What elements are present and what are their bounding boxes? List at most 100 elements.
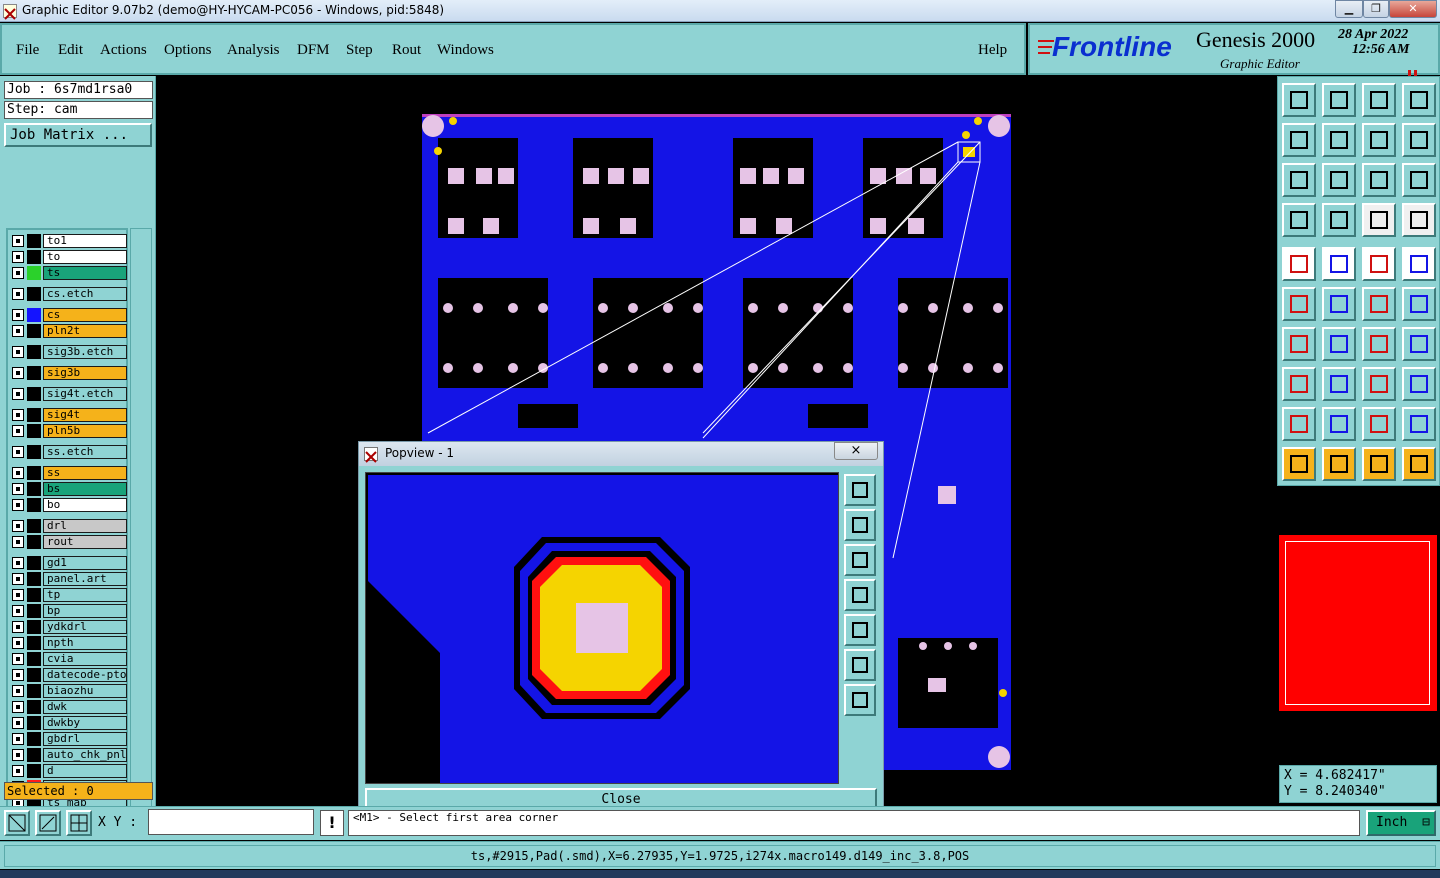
tool-button[interactable] [1362, 447, 1396, 481]
tool-button[interactable] [1362, 203, 1396, 237]
tool-button[interactable] [1282, 407, 1316, 441]
layer-checkbox[interactable] [12, 669, 24, 681]
menu-file[interactable]: File [16, 42, 39, 59]
tool-button[interactable] [1402, 407, 1436, 441]
layer-row[interactable]: #000000ss [10, 466, 127, 480]
tool-button[interactable] [1402, 327, 1436, 361]
tool-button[interactable] [1322, 203, 1356, 237]
layer-checkbox[interactable] [12, 309, 24, 321]
grid-mode-button[interactable] [66, 810, 92, 836]
layer-row[interactable]: #000000cs.etch [10, 287, 127, 301]
popview-tool-button[interactable] [844, 614, 876, 646]
layer-checkbox[interactable] [12, 749, 24, 761]
layer-row[interactable]: #000000auto_chk_pnl [10, 748, 127, 762]
popview-tool-button[interactable] [844, 544, 876, 576]
popview-tool-button[interactable] [844, 579, 876, 611]
tool-button[interactable] [1282, 203, 1316, 237]
layer-row[interactable]: #000000ss.etch [10, 445, 127, 459]
tool-button[interactable] [1282, 367, 1316, 401]
layer-checkbox[interactable] [12, 235, 24, 247]
layer-checkbox[interactable] [12, 621, 24, 633]
layer-checkbox[interactable] [12, 536, 24, 548]
popview-close-x-button[interactable]: × [834, 442, 878, 460]
tool-button[interactable] [1282, 327, 1316, 361]
layer-checkbox[interactable] [12, 425, 24, 437]
xy-input[interactable] [148, 809, 314, 835]
tool-button[interactable] [1402, 123, 1436, 157]
tool-button[interactable] [1362, 83, 1396, 117]
menu-rout[interactable]: Rout [392, 42, 421, 59]
layer-row[interactable]: #000000sig4t [10, 408, 127, 422]
layer-checkbox[interactable] [12, 520, 24, 532]
menu-actions[interactable]: Actions [100, 42, 147, 59]
layer-checkbox[interactable] [12, 733, 24, 745]
layer-row[interactable]: #000000sig3b [10, 366, 127, 380]
layer-row[interactable]: #000000pln5b [10, 424, 127, 438]
layer-checkbox[interactable] [12, 325, 24, 337]
layer-row[interactable]: #000000bp [10, 604, 127, 618]
popview-titlebar[interactable]: Popview - 1 × [359, 442, 883, 466]
tool-button[interactable] [1362, 367, 1396, 401]
tool-button[interactable] [1282, 123, 1316, 157]
layer-row[interactable]: #000000sig3b.etch [10, 345, 127, 359]
layer-checkbox[interactable] [12, 483, 24, 495]
layer-row[interactable]: #000000drl [10, 519, 127, 533]
layer-row[interactable]: #000000dwkby [10, 716, 127, 730]
tool-button[interactable] [1322, 83, 1356, 117]
menu-step[interactable]: Step [346, 42, 373, 59]
tool-button[interactable] [1322, 163, 1356, 197]
layer-checkbox[interactable] [12, 251, 24, 263]
tool-button[interactable] [1282, 83, 1316, 117]
layer-checkbox[interactable] [12, 367, 24, 379]
tool-button[interactable] [1402, 367, 1436, 401]
layer-checkbox[interactable] [12, 388, 24, 400]
close-window-button[interactable]: ✕ [1389, 0, 1437, 18]
layer-checkbox[interactable] [12, 589, 24, 601]
tool-button[interactable] [1362, 247, 1396, 281]
tool-button[interactable] [1402, 203, 1436, 237]
layer-checkbox[interactable] [12, 467, 24, 479]
popview-tool-button[interactable] [844, 649, 876, 681]
layer-row[interactable]: #000000gbdrl [10, 732, 127, 746]
tool-button[interactable] [1322, 367, 1356, 401]
layer-checkbox[interactable] [12, 499, 24, 511]
layer-preview-thumbnail[interactable] [1279, 535, 1437, 711]
layer-checkbox[interactable] [12, 685, 24, 697]
popview-tool-button[interactable] [844, 474, 876, 506]
menu-options[interactable]: Options [164, 42, 212, 59]
layer-checkbox[interactable] [12, 573, 24, 585]
layer-checkbox[interactable] [12, 717, 24, 729]
layer-row[interactable]: #000000pln2t [10, 324, 127, 338]
tool-button[interactable] [1362, 327, 1396, 361]
maximize-button[interactable]: ❐ [1363, 0, 1389, 18]
layer-row[interactable]: #000000ydkdrl [10, 620, 127, 634]
tool-button[interactable] [1282, 447, 1316, 481]
layer-row[interactable]: #000000to [10, 250, 127, 264]
layer-row[interactable]: #000000bo [10, 498, 127, 512]
menu-help[interactable]: Help [978, 42, 1007, 59]
layer-row[interactable]: #000000rout [10, 535, 127, 549]
tool-button[interactable] [1322, 447, 1356, 481]
tool-button[interactable] [1402, 163, 1436, 197]
tool-button[interactable] [1362, 123, 1396, 157]
layer-checkbox[interactable] [12, 267, 24, 279]
layer-list-scrollbar[interactable] [130, 228, 152, 822]
menu-dfm[interactable]: DFM [297, 42, 330, 59]
popview-tool-button[interactable] [844, 684, 876, 716]
tool-button[interactable] [1362, 287, 1396, 321]
layer-row[interactable]: #000000panel.art [10, 572, 127, 586]
tool-button[interactable] [1402, 447, 1436, 481]
job-matrix-button[interactable]: Job Matrix ... [4, 123, 152, 147]
units-selector[interactable]: Inch ⊟ [1366, 810, 1436, 836]
layer-checkbox[interactable] [12, 346, 24, 358]
snap-mode-button[interactable] [4, 810, 30, 836]
minimize-button[interactable]: ▁ [1335, 0, 1363, 18]
layer-row[interactable]: #2bd12bts [10, 266, 127, 280]
layer-checkbox[interactable] [12, 765, 24, 777]
layer-row[interactable]: #1414ffcs [10, 308, 127, 322]
tool-button[interactable] [1282, 247, 1316, 281]
layer-row[interactable]: #000000dwk [10, 700, 127, 714]
layer-checkbox[interactable] [12, 409, 24, 421]
popview-tool-button[interactable] [844, 509, 876, 541]
tool-button[interactable] [1322, 407, 1356, 441]
